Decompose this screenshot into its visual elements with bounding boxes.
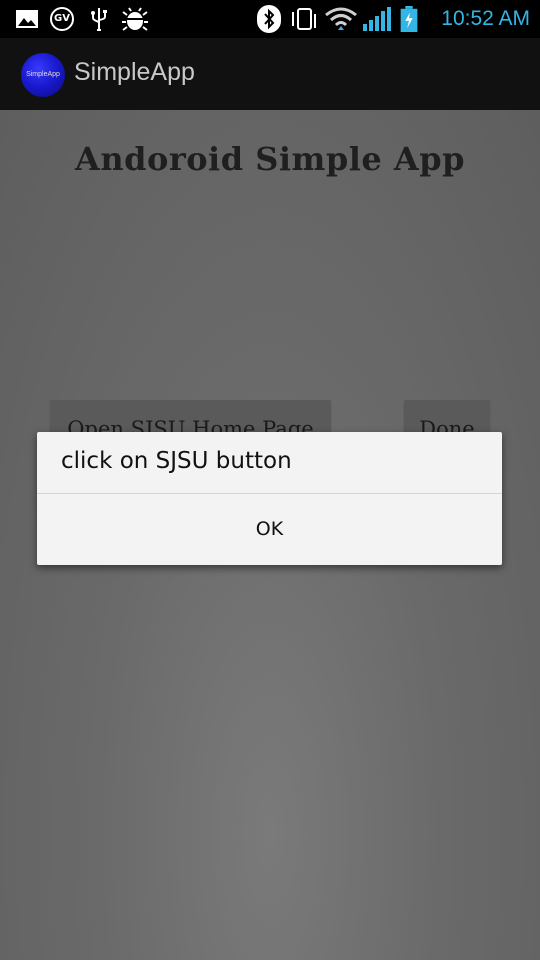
- status-time: 10:52 AM: [441, 7, 530, 30]
- wifi-icon: [325, 7, 357, 30]
- dialog-message: click on SJSU button: [61, 448, 292, 474]
- vibrate-icon: [292, 8, 316, 30]
- app-title: SimpleApp: [74, 58, 195, 86]
- debug-icon: [122, 7, 148, 31]
- gv-label: GV: [54, 13, 70, 24]
- bluetooth-icon: [257, 5, 281, 33]
- action-bar: SimpleApp SimpleApp: [0, 38, 540, 110]
- ok-button[interactable]: OK: [37, 494, 502, 565]
- battery-charging-icon: [400, 6, 418, 32]
- page-heading: Andoroid Simple App: [75, 140, 465, 178]
- image-icon: [16, 10, 38, 28]
- app-logo-icon[interactable]: SimpleApp: [21, 53, 65, 97]
- status-bar: GV 10:52 AM: [0, 0, 540, 38]
- signal-icon: [363, 7, 391, 31]
- google-voice-icon: GV: [50, 7, 74, 31]
- alert-dialog: click on SJSU button OK: [37, 432, 502, 565]
- usb-icon: [91, 8, 107, 31]
